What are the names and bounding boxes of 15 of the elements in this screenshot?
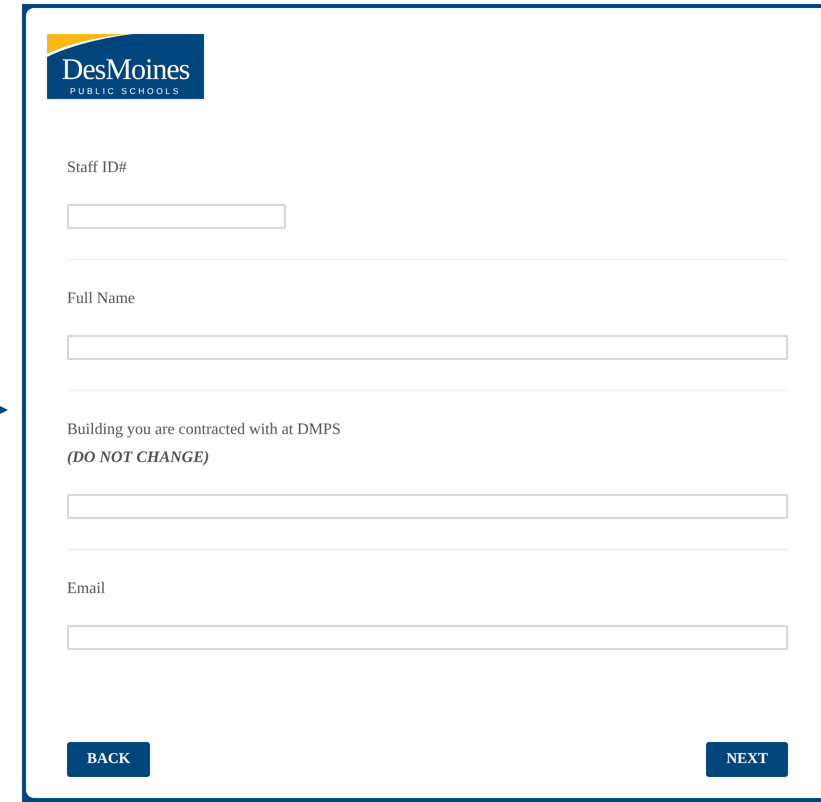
- field-label: Staff ID#: [67, 158, 128, 178]
- field-note: (DO NOT CHANGE): [67, 448, 210, 468]
- input-field[interactable]: [67, 494, 788, 519]
- logo-subtitle: PUBLIC SCHOOLS: [70, 85, 182, 97]
- field-label: Building you are contracted with at DMPS: [67, 420, 342, 440]
- field-label: Email: [67, 579, 106, 599]
- field-label: Full Name: [67, 289, 136, 309]
- swoosh-icon: [47, 34, 133, 57]
- input-field[interactable]: [67, 204, 286, 229]
- input-field[interactable]: [67, 335, 788, 360]
- input-field[interactable]: [67, 625, 788, 650]
- logo-wordmark: DesMoines: [62, 57, 190, 83]
- back-button[interactable]: BACK: [67, 742, 150, 777]
- arrow-icon: [0, 406, 8, 414]
- next-button[interactable]: NEXT: [706, 742, 788, 777]
